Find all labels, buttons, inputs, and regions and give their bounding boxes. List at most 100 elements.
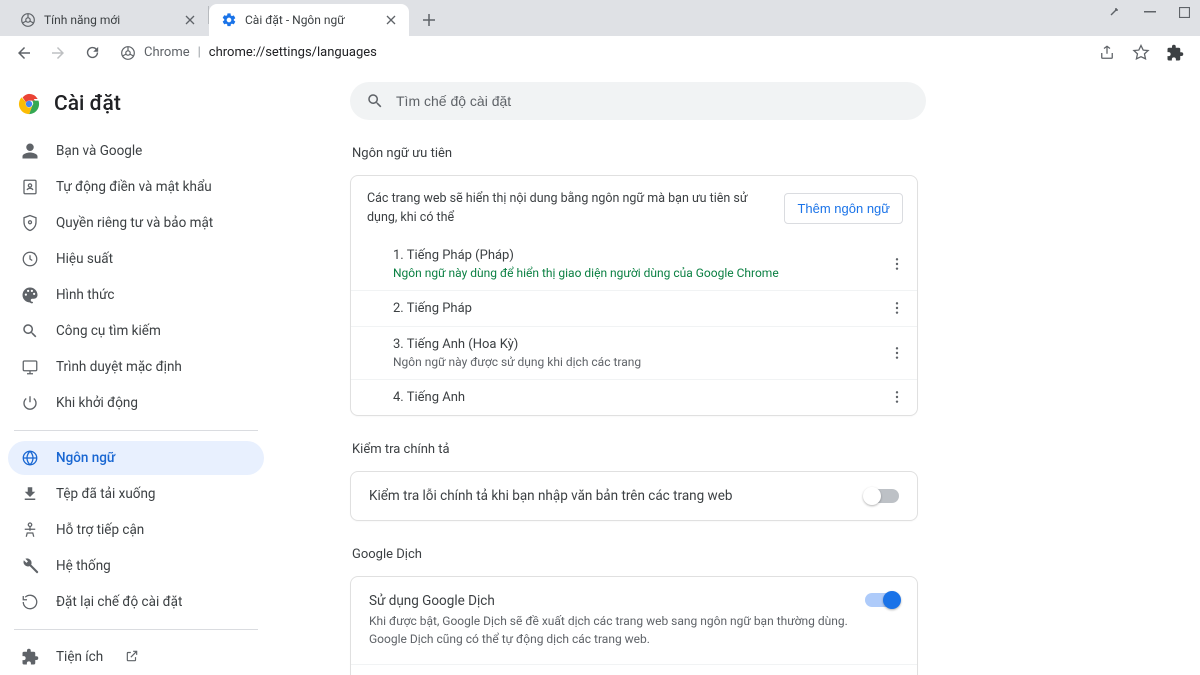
sidebar-item-label: Đặt lại chế độ cài đặt [56, 594, 182, 610]
language-row: 4. Tiếng Anh [351, 379, 917, 415]
add-language-button[interactable]: Thêm ngôn ngữ [784, 193, 903, 224]
sidebar-item[interactable]: Công cụ tìm kiếm [8, 314, 264, 348]
new-tab-button[interactable] [415, 6, 443, 34]
sidebar-item-label: Hỗ trợ tiếp cận [56, 522, 144, 538]
nav-icon [20, 556, 40, 576]
language-row: 3. Tiếng Anh (Hoa Kỳ) Ngôn ngữ này được s… [351, 326, 917, 379]
preferred-languages-card: Các trang web sẽ hiển thị nội dung bằng … [350, 175, 918, 416]
language-row: 1. Tiếng Pháp (Pháp) Ngôn ngữ này dùng để… [351, 238, 917, 290]
spellcheck-toggle[interactable] [865, 489, 899, 503]
sidebar-item[interactable]: Quyền riêng tư và bảo mật [8, 206, 264, 240]
chrome-outline-icon [20, 12, 36, 28]
close-icon[interactable] [383, 12, 399, 28]
sidebar-item[interactable]: Tệp đã tải xuống [8, 477, 264, 511]
nav-icon [20, 141, 40, 161]
reload-button[interactable] [78, 39, 106, 67]
sidebar-item[interactable]: Tự động điền và mật khẩu [8, 170, 264, 204]
sidebar-item[interactable]: Đặt lại chế độ cài đặt [8, 585, 264, 619]
more-vert-icon[interactable] [889, 256, 905, 272]
extensions-icon[interactable] [1166, 44, 1184, 62]
url-scheme-label: Chrome [144, 45, 190, 60]
nav-icon [20, 285, 40, 305]
share-icon[interactable] [1098, 44, 1116, 62]
sidebar-item-label: Khi khởi động [56, 395, 138, 411]
sidebar-item-label: Ngôn ngữ [56, 450, 115, 466]
language-name: 2. Tiếng Pháp [393, 301, 472, 316]
language-note: Ngôn ngữ này được sử dụng khi dịch các t… [393, 355, 641, 369]
use-translate-desc: Khi được bật, Google Dịch sẽ đề xuất dịc… [369, 612, 853, 648]
spellcheck-card: Kiểm tra lỗi chính tả khi bạn nhập văn b… [350, 471, 918, 521]
browser-toolbar: Chrome | chrome://settings/languages [0, 36, 1200, 70]
nav-icon [20, 177, 40, 197]
tab-whatsnew[interactable]: Tính năng mới [8, 4, 208, 36]
tab-strip: Tính năng mới Cài đặt - Ngôn ngữ [0, 0, 1200, 36]
address-bar[interactable]: Chrome | chrome://settings/languages [112, 39, 385, 67]
more-vert-icon[interactable] [889, 300, 905, 316]
translate-card: Sử dụng Google Dịch Khi được bật, Google… [350, 576, 918, 675]
sidebar-item-label: Tiện ích [56, 649, 103, 665]
sidebar-item-label: Trình duyệt mặc định [56, 359, 182, 375]
sidebar-item-label: Tự động điền và mật khẩu [56, 179, 212, 195]
url-path: chrome://settings/languages [209, 45, 377, 60]
settings-gear-icon [221, 12, 237, 28]
language-row: 2. Tiếng Pháp [351, 290, 917, 326]
sidebar-item[interactable]: Khi khởi động [8, 386, 264, 420]
sidebar-item-label: Hệ thống [56, 558, 111, 574]
nav-icon [20, 520, 40, 540]
sidebar-item[interactable]: Hệ thống [8, 549, 264, 583]
sidebar-item[interactable]: Hình thức [8, 278, 264, 312]
nav-icon [20, 393, 40, 413]
page-title: Cài đặt [54, 92, 121, 116]
open-external-icon [125, 649, 141, 665]
sidebar-item[interactable]: Trình duyệt mặc định [8, 350, 264, 384]
tab-title: Cài đặt - Ngôn ngữ [245, 13, 375, 27]
sidebar-item-label: Bạn và Google [56, 143, 142, 159]
language-name: 3. Tiếng Anh (Hoa Kỳ) [393, 337, 641, 352]
section-title-translate: Google Dịch [352, 547, 990, 562]
url-separator: | [198, 45, 201, 60]
sidebar-item[interactable]: Tiện ích [8, 640, 264, 674]
use-translate-label: Sử dụng Google Dịch [369, 593, 853, 609]
nav-icon [20, 647, 40, 667]
sidebar-item[interactable]: Bạn và Google [8, 134, 264, 168]
more-vert-icon[interactable] [889, 389, 905, 405]
section-title-spellcheck: Kiểm tra chính tả [352, 442, 990, 457]
nav-icon [20, 592, 40, 612]
chrome-logo-icon [18, 93, 40, 115]
language-note: Ngôn ngữ này dùng để hiển thị giao diện … [393, 266, 779, 280]
nav-separator [14, 430, 258, 431]
nav-separator [14, 629, 258, 630]
tab-settings-languages[interactable]: Cài đặt - Ngôn ngữ [209, 4, 409, 36]
chrome-outline-icon [120, 45, 136, 61]
close-icon[interactable] [182, 12, 198, 28]
sidebar-item-label: Công cụ tìm kiếm [56, 323, 161, 339]
forward-button[interactable] [44, 39, 72, 67]
tab-title: Tính năng mới [44, 13, 174, 27]
search-icon [366, 92, 384, 110]
sidebar-item[interactable]: Hiệu suất [8, 242, 264, 276]
nav-icon [20, 357, 40, 377]
use-translate-toggle[interactable] [865, 593, 899, 607]
nav-icon [20, 213, 40, 233]
restore-button[interactable] [1178, 6, 1190, 18]
language-name: 1. Tiếng Pháp (Pháp) [393, 248, 779, 263]
section-title-preferred-languages: Ngôn ngữ ưu tiên [352, 146, 990, 161]
sidebar-item[interactable]: Ngôn ngữ [8, 441, 264, 475]
brand: Cài đặt [8, 86, 264, 134]
language-name: 4. Tiếng Anh [393, 390, 465, 405]
minimize-button[interactable] [1110, 6, 1122, 18]
nav-icon [20, 249, 40, 269]
nav-icon [20, 448, 40, 468]
sidebar-item-label: Hình thức [56, 287, 114, 303]
maximize-button[interactable] [1144, 6, 1156, 18]
more-vert-icon[interactable] [889, 345, 905, 361]
sidebar-item[interactable]: Hỗ trợ tiếp cận [8, 513, 264, 547]
spellcheck-row-label: Kiểm tra lỗi chính tả khi bạn nhập văn b… [369, 488, 853, 504]
settings-search[interactable] [350, 82, 926, 120]
back-button[interactable] [10, 39, 38, 67]
preferred-languages-intro: Các trang web sẽ hiển thị nội dung bằng … [367, 190, 776, 228]
nav-icon [20, 321, 40, 341]
sidebar-item-label: Hiệu suất [56, 251, 113, 267]
settings-search-input[interactable] [394, 92, 910, 110]
bookmark-star-icon[interactable] [1132, 44, 1150, 62]
